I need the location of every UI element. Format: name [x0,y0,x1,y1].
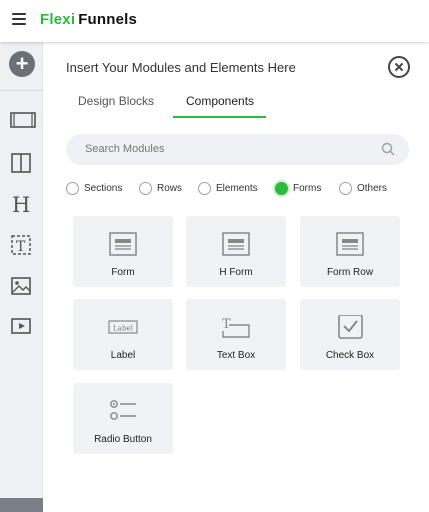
form-icon [336,232,364,256]
search-placeholder: Search Modules [85,143,165,155]
panel-title: Insert Your Modules and Elements Here [66,60,296,75]
filter-label: Rows [157,183,183,194]
svg-text:H: H [12,193,30,216]
left-sidebar: + H T [0,42,43,512]
top-bar: Flexi Funnels [0,0,429,42]
component-label: Form [111,267,135,278]
sidebar-divider [0,90,43,91]
component-label: Form Row [326,267,374,278]
columns-icon[interactable] [10,152,33,174]
component-label: Label [110,350,136,361]
component-label: Check Box [325,350,375,361]
radio-dot[interactable] [198,182,211,195]
component-label: Radio Button [94,434,152,445]
radio-dot[interactable] [275,182,288,195]
label-icon: Label [108,320,138,334]
component-h-form[interactable]: H Form [186,216,286,287]
radio-dot[interactable] [339,182,352,195]
image-icon[interactable] [10,275,33,297]
filter-label: Others [357,183,388,194]
form-icon [109,232,137,256]
video-icon[interactable] [10,315,33,337]
svg-text:T: T [16,239,26,255]
component-radio-button[interactable]: Radio Button [73,383,173,454]
sidebar-bottom-bar [0,498,43,512]
insert-panel: Insert Your Modules and Elements Here De… [43,42,429,512]
check-box-icon [338,315,363,339]
text-box-icon: T [222,317,250,338]
hamburger-menu-icon[interactable] [12,13,26,25]
close-icon[interactable] [388,56,410,78]
radio-dot[interactable] [139,182,152,195]
filter-label: Forms [293,183,322,194]
filter-radio-group: Sections Rows Elements Forms Others [66,180,416,198]
component-label: Text Box [216,350,256,361]
filter-label: Sections [84,183,123,194]
add-icon[interactable]: + [9,51,35,77]
heading-icon[interactable]: H [10,192,33,216]
component-label-element[interactable]: Label Label [73,299,173,370]
component-label: H Form [219,267,253,278]
component-form-row[interactable]: Form Row [300,216,400,287]
component-text-box[interactable]: T Text Box [186,299,286,370]
section-icon[interactable] [10,110,36,132]
form-icon [222,232,250,256]
component-check-box[interactable]: Check Box [300,299,400,370]
tab-components[interactable]: Components [173,94,267,118]
filter-label: Elements [216,183,258,194]
radio-button-icon [110,400,136,420]
radio-dot[interactable] [66,182,79,195]
svg-text:Label: Label [113,325,133,333]
logo-text-flexi: Flexi [40,11,76,28]
search-input[interactable]: Search Modules [66,134,409,165]
text-icon[interactable]: T [10,234,33,256]
search-icon[interactable] [381,142,395,156]
logo: Flexi Funnels [40,11,137,28]
component-form[interactable]: Form [73,216,173,287]
logo-text-funnels: Funnels [78,11,138,28]
tab-design-blocks[interactable]: Design Blocks [78,94,154,116]
